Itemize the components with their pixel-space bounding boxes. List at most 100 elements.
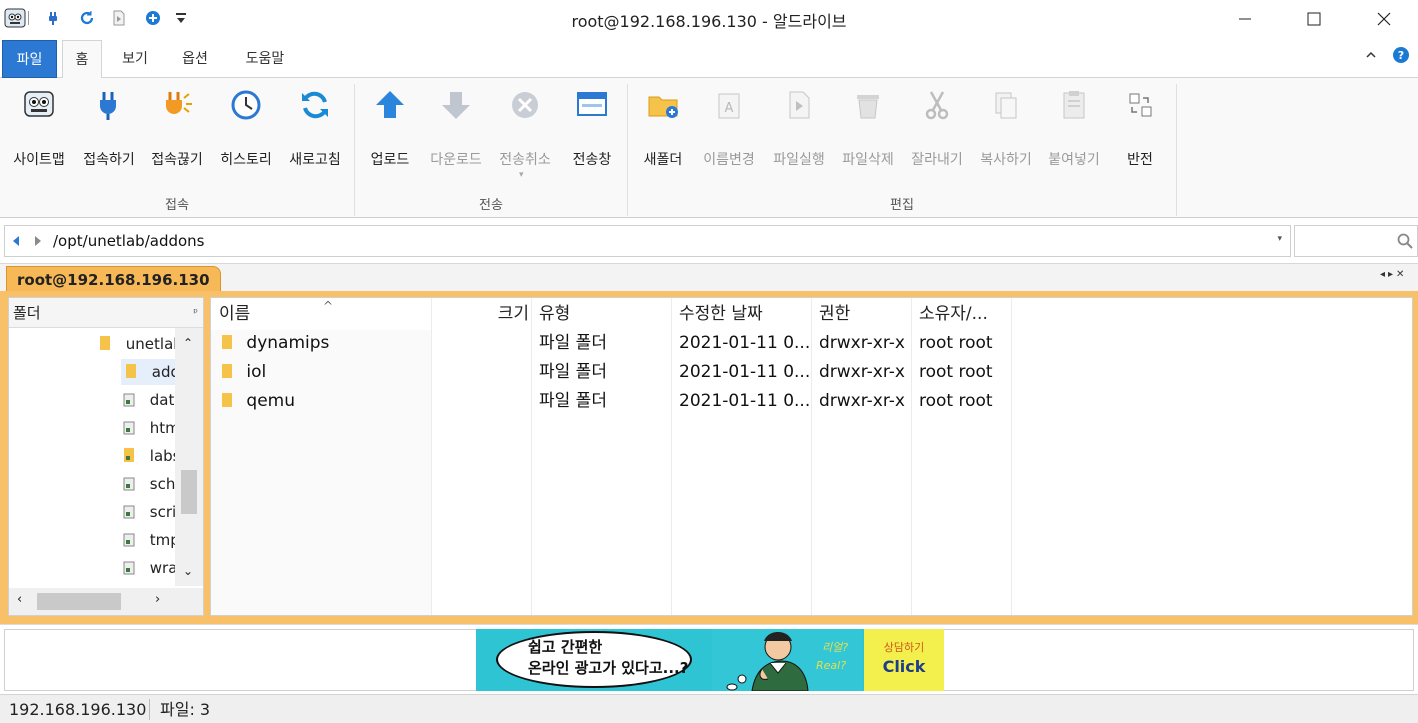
transfer-window-button[interactable]: 전송창 — [563, 84, 621, 174]
folder-icon — [100, 336, 110, 350]
file-type-cell: 파일 폴더 — [539, 362, 607, 382]
file-modified-cell: 2021-01-11 0... — [679, 333, 811, 353]
tree-item-unetlab[interactable]: unetlab — [99, 331, 175, 357]
paste-icon — [1063, 91, 1085, 119]
rename-icon: A — [718, 93, 740, 119]
tree-vscroll-thumb[interactable] — [181, 470, 197, 514]
maximize-button[interactable] — [1291, 0, 1337, 38]
minimize-button[interactable] — [1222, 0, 1268, 38]
scroll-down-icon[interactable]: ⌄ — [183, 564, 193, 578]
download-arrow-icon — [442, 92, 470, 119]
tree-item-html[interactable]: html — [121, 415, 175, 441]
svg-text:A: A — [725, 101, 734, 116]
column-header-name[interactable]: 이름 ^ — [219, 298, 431, 330]
quick-connect-icon[interactable] — [44, 7, 66, 29]
tree-item-scripts[interactable]: scripts — [121, 499, 175, 525]
tree-item-tmp[interactable]: tmp — [121, 527, 175, 553]
column-header-size[interactable]: 크기 — [433, 298, 529, 330]
window-title: root@192.168.196.130 - 알드라이브 — [571, 12, 847, 31]
tree-hscroll-thumb[interactable] — [37, 593, 121, 610]
column-header-modified[interactable]: 수정한 날짜 — [679, 298, 809, 330]
file-name-cell[interactable]: iol — [221, 358, 266, 387]
upload-button[interactable]: 업로드 — [362, 84, 418, 174]
link-file-icon — [123, 533, 135, 547]
delete-file-button[interactable]: 파일삭제 — [834, 84, 902, 174]
paste-button[interactable]: 붙여넣기 — [1040, 84, 1108, 174]
forward-arrow-icon[interactable] — [33, 235, 43, 251]
address-bar[interactable]: /opt/unetlab/addons ▾ — [4, 225, 1291, 257]
refresh-label: 새로고침 — [289, 152, 341, 168]
tree-horizontal-scrollbar[interactable]: ‹ › — [9, 588, 203, 615]
run-file-button[interactable]: 파일실행 — [764, 84, 834, 174]
tree-item-data[interactable]: data — [121, 387, 175, 413]
tab-home[interactable]: 홈 — [62, 40, 102, 79]
disconnect-button[interactable]: 접속끊기 — [144, 84, 210, 174]
paste-label: 붙여넣기 — [1048, 152, 1100, 168]
download-button[interactable]: 다운로드 — [422, 84, 490, 174]
tree-item-scheduler[interactable]: scheduler — [121, 471, 175, 497]
new-folder-button[interactable]: 새폴더 — [636, 84, 690, 174]
tab-nav-icons[interactable]: ◂▸✕ — [1380, 269, 1407, 280]
ad-line-1: 쉽고 간편한 — [528, 638, 603, 656]
ribbon-separator — [627, 84, 628, 216]
scroll-up-icon[interactable]: ⌃ — [183, 336, 193, 350]
help-icon[interactable]: ? — [1392, 46, 1410, 64]
column-separator — [1011, 298, 1012, 615]
column-header-permission[interactable]: 권한 — [819, 298, 913, 330]
session-tab-bar: root@192.168.196.130 ◂▸✕ — [0, 264, 1418, 293]
sitemap-button[interactable]: 사이트맵 — [4, 84, 74, 174]
search-icon[interactable] — [1397, 233, 1413, 253]
ad-click-box[interactable]: 상담하기 Click — [864, 629, 944, 691]
invert-selection-button[interactable]: 반전 — [1114, 84, 1166, 174]
customize-quickaccess-icon[interactable] — [170, 7, 192, 29]
address-path[interactable]: /opt/unetlab/addons — [53, 232, 204, 250]
ad-banner[interactable]: 쉽고 간편한 온라인 광고가 있다고...? 리얼? Real? 상담하기 Cl… — [476, 629, 944, 691]
tab-file[interactable]: 파일 — [2, 40, 57, 78]
collapse-ribbon-icon[interactable] — [1362, 46, 1380, 64]
status-bar: 192.168.196.130 파일: 3 — [0, 694, 1418, 723]
group-label-transfer: 전송 — [479, 198, 503, 213]
pin-icon[interactable]: ᵖ — [193, 298, 198, 328]
close-button[interactable] — [1361, 0, 1407, 38]
quick-refresh-icon[interactable] — [76, 7, 98, 29]
cancel-x-icon — [512, 92, 538, 118]
chevron-down-icon[interactable]: ▾ — [519, 170, 524, 180]
file-name-cell[interactable]: dynamips — [221, 329, 329, 358]
folder-icon — [222, 364, 232, 378]
quick-add-icon[interactable] — [142, 7, 164, 29]
scroll-right-icon[interactable]: › — [155, 592, 160, 607]
tree-item-labs[interactable]: labs — [121, 443, 175, 469]
file-permission-cell: drwxr-xr-x — [819, 333, 905, 353]
back-arrow-icon[interactable] — [11, 235, 21, 251]
tree-item-wrappers[interactable]: wrappers — [121, 555, 175, 581]
scissors-icon — [925, 91, 949, 120]
cut-button[interactable]: 잘라내기 — [902, 84, 972, 174]
tab-options[interactable]: 옵션 — [172, 40, 218, 78]
cancel-transfer-button[interactable]: 전송취소 — [490, 84, 560, 174]
search-input[interactable] — [1294, 225, 1418, 257]
file-name-cell[interactable]: qemu — [221, 387, 295, 416]
file-type-cell: 파일 폴더 — [539, 333, 607, 353]
tab-view[interactable]: 보기 — [112, 40, 158, 78]
link-file-icon — [123, 393, 135, 407]
column-header-owner[interactable]: 소유자/... — [919, 298, 1013, 330]
quick-file-icon[interactable] — [108, 7, 130, 29]
scroll-left-icon[interactable]: ‹ — [17, 592, 22, 607]
rename-button[interactable]: A 이름변경 — [694, 84, 764, 174]
ad-small-text: 상담하기 — [883, 641, 925, 654]
sort-ascending-icon: ^ — [323, 299, 334, 313]
app-logo-icon[interactable] — [4, 7, 26, 29]
copy-icon — [995, 92, 1017, 119]
copy-button[interactable]: 복사하기 — [972, 84, 1040, 174]
tab-help[interactable]: 도움말 — [234, 40, 296, 78]
address-dropdown-icon[interactable]: ▾ — [1277, 234, 1282, 244]
connect-button[interactable]: 접속하기 — [76, 84, 142, 174]
svg-text:?: ? — [1398, 49, 1404, 62]
tree-vertical-scrollbar[interactable]: ⌃ ⌄ — [175, 328, 203, 586]
tree-item-addons[interactable]: addons — [121, 359, 175, 385]
trash-icon — [857, 95, 879, 119]
history-button[interactable]: 히스토리 — [212, 84, 280, 174]
column-header-type[interactable]: 유형 — [539, 298, 669, 330]
session-tab[interactable]: root@192.168.196.130 — [6, 266, 221, 293]
refresh-button[interactable]: 새로고침 — [282, 84, 348, 174]
